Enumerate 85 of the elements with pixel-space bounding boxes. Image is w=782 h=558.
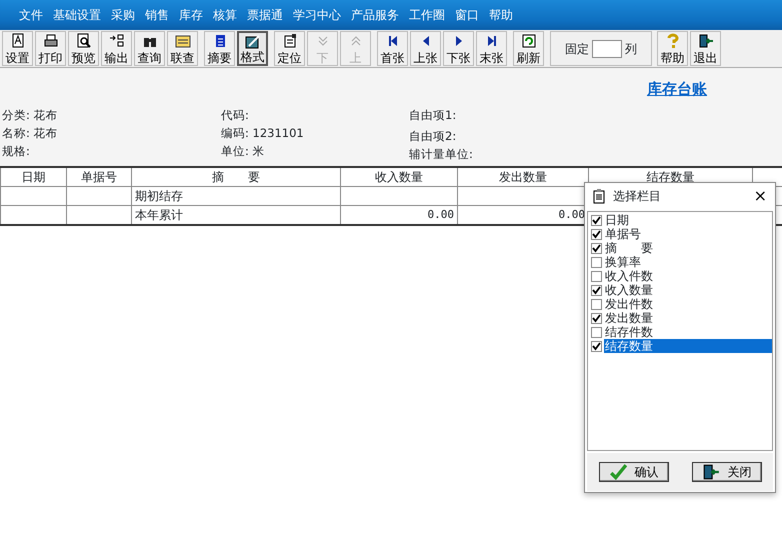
table-cell: 本年累计 xyxy=(132,206,340,225)
toolbar-button[interactable]: 帮助 xyxy=(657,31,688,66)
info-label: 辅计量单位: xyxy=(409,146,473,163)
menu-item[interactable]: 学习中心 xyxy=(288,6,346,24)
column-header: 收入数量 xyxy=(340,167,458,186)
list-item[interactable]: 换算率 xyxy=(604,255,642,269)
column-header: 日期 xyxy=(0,167,66,186)
toolbar-button[interactable]: 定位 xyxy=(274,31,305,66)
pen-icon xyxy=(244,34,260,50)
menu-item[interactable]: 采购 xyxy=(106,6,140,24)
info-label: 单位: 米 xyxy=(221,143,265,160)
checkbox[interactable] xyxy=(591,284,602,296)
list-item[interactable]: 收入件数 xyxy=(604,269,654,283)
table-cell: 期初结存 xyxy=(132,186,340,206)
column-header: 单据号 xyxy=(66,167,132,186)
folder-icon xyxy=(174,33,190,49)
checkbox[interactable] xyxy=(591,312,602,324)
toolbar-button[interactable]: 预览 xyxy=(68,31,99,66)
info-label: 名称: 花布 xyxy=(2,125,58,142)
checkbox[interactable] xyxy=(591,326,602,338)
menu-item[interactable]: 核算 xyxy=(208,6,242,24)
page-icon xyxy=(282,33,298,49)
menu-item[interactable]: 销售 xyxy=(140,6,174,24)
toolbar-button[interactable]: 输出 xyxy=(101,31,132,66)
toolbar-button[interactable]: 退出 xyxy=(690,31,721,66)
column-label: 列 xyxy=(625,40,637,58)
report-title: 库存台账 xyxy=(647,79,707,100)
clipboard-icon xyxy=(591,188,607,204)
refresh-icon xyxy=(520,33,536,49)
menu-item[interactable]: 文件 xyxy=(14,6,48,24)
door-icon xyxy=(698,33,714,49)
info-label: 代码: xyxy=(221,107,249,124)
checkbox[interactable] xyxy=(591,270,602,282)
toolbar-button[interactable]: 末张 xyxy=(476,31,507,66)
menu-item[interactable]: 帮助 xyxy=(484,6,518,24)
list-item[interactable]: 收入数量 xyxy=(604,283,654,297)
toolbar-button[interactable]: 联查 xyxy=(167,31,198,66)
info-label: 自由项2: xyxy=(409,128,456,145)
magnifier-page-icon xyxy=(76,33,92,49)
dialog-button[interactable]: 确认 xyxy=(598,462,668,482)
question-mark-icon xyxy=(664,33,680,49)
toolbar-button[interactable]: 上张 xyxy=(410,31,441,66)
toolbar-button[interactable]: 格式 xyxy=(237,31,268,66)
column-count-field[interactable] xyxy=(592,40,622,58)
menu-item[interactable]: 窗口 xyxy=(450,6,484,24)
menu-item[interactable]: 产品服务 xyxy=(346,6,404,24)
list-item[interactable]: 摘 要 xyxy=(604,241,654,255)
menu-item[interactable]: 库存 xyxy=(174,6,208,24)
toolbar-button[interactable]: 下张 xyxy=(443,31,474,66)
menu-item[interactable]: 基础设置 xyxy=(48,6,106,24)
info-label: 编码: 1231101 xyxy=(221,125,304,142)
info-label: 自由项1: xyxy=(409,107,456,124)
toolbar-button[interactable]: 查询 xyxy=(134,31,165,66)
menu-item[interactable]: 票据通 xyxy=(242,6,288,24)
checkbox[interactable] xyxy=(591,340,602,352)
menu-item[interactable]: 工作圈 xyxy=(404,6,450,24)
column-header: 发出数量 xyxy=(458,167,588,186)
toolbar-button[interactable]: 摘要 xyxy=(204,31,235,66)
table-cell: 0.00 xyxy=(340,206,458,225)
door-icon xyxy=(702,463,720,481)
checkbox[interactable] xyxy=(591,242,602,254)
info-label: 分类: 花布 xyxy=(2,107,58,124)
fix-label: 固定 xyxy=(565,40,589,58)
list-item[interactable]: 日期 xyxy=(604,213,630,227)
checkbox[interactable] xyxy=(591,214,602,226)
list-item[interactable]: 结存件数 xyxy=(604,325,654,339)
column-header: 摘 要 xyxy=(132,167,340,186)
toolbar-button[interactable]: 首张 xyxy=(377,31,408,66)
toolbar-button[interactable]: 设置 xyxy=(2,31,33,66)
list-item[interactable]: 结存数量 xyxy=(604,339,772,353)
dialog-title: 选择栏目 xyxy=(613,188,661,205)
list-item[interactable]: 发出数量 xyxy=(604,311,654,325)
toolbar-button[interactable]: 刷新 xyxy=(513,31,544,66)
checkbox[interactable] xyxy=(591,256,602,268)
page-icon xyxy=(10,33,26,49)
checkbox[interactable] xyxy=(591,228,602,240)
printer-icon xyxy=(42,33,58,49)
arrow-boxes-icon xyxy=(108,33,124,49)
info-label: 规格: xyxy=(2,143,30,160)
list-item[interactable]: 单据号 xyxy=(604,227,642,241)
toolbar-button[interactable]: 打印 xyxy=(35,31,66,66)
list-item[interactable]: 发出件数 xyxy=(604,297,654,311)
dialog-button[interactable]: 关闭 xyxy=(692,462,762,482)
check-icon xyxy=(608,463,626,481)
checkbox[interactable] xyxy=(591,298,602,310)
